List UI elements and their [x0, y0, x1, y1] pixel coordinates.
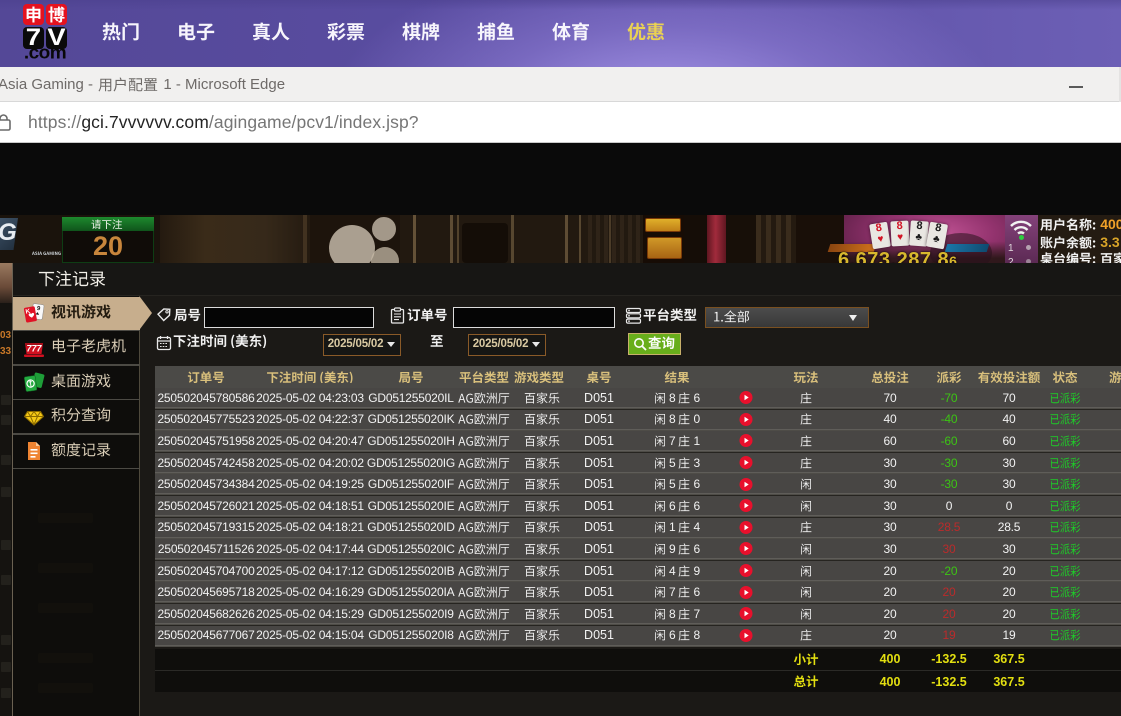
svg-text:777: 777	[26, 343, 42, 353]
